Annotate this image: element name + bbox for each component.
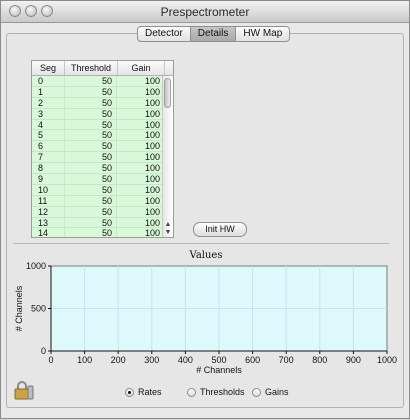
x-tick-label: 500 <box>211 355 226 365</box>
radio-gains-indicator[interactable] <box>252 387 261 397</box>
radio-thresholds-indicator[interactable] <box>187 387 196 397</box>
x-tick-label: 400 <box>178 355 193 365</box>
radio-gains-label: Gains <box>265 387 289 397</box>
y-tick-label: 0 <box>41 346 46 356</box>
x-tick-label: 600 <box>245 355 260 365</box>
radio-rates-label: Rates <box>138 387 162 397</box>
x-tick-label: 100 <box>77 355 92 365</box>
radio-gains[interactable]: Gains <box>252 387 289 397</box>
x-tick-label: 700 <box>279 355 294 365</box>
y-tick-label: 1000 <box>26 261 46 271</box>
y-axis-label: # Channels <box>14 285 24 331</box>
lock-icon[interactable] <box>13 381 37 401</box>
app-window: Prespectrometer Detector Details HW Map … <box>0 0 410 419</box>
x-tick-label: 800 <box>312 355 327 365</box>
radio-thresholds-label: Thresholds <box>200 387 245 397</box>
y-tick-label: 500 <box>31 304 46 314</box>
radio-rates[interactable]: Rates <box>125 387 162 397</box>
radio-thresholds[interactable]: Thresholds <box>187 387 245 397</box>
radio-rates-indicator[interactable] <box>125 387 134 397</box>
values-chart: 0 100 200 300 400 500 600 700 800 900 1000 0 500 1000… <box>14 261 397 375</box>
x-tick-label: 300 <box>144 355 159 365</box>
x-tick-label: 0 <box>48 355 53 365</box>
x-axis-label: # Channels <box>196 365 242 375</box>
x-tick-label: 900 <box>346 355 361 365</box>
x-tick-label: 200 <box>111 355 126 365</box>
x-tick-label: 1000 <box>377 355 397 365</box>
